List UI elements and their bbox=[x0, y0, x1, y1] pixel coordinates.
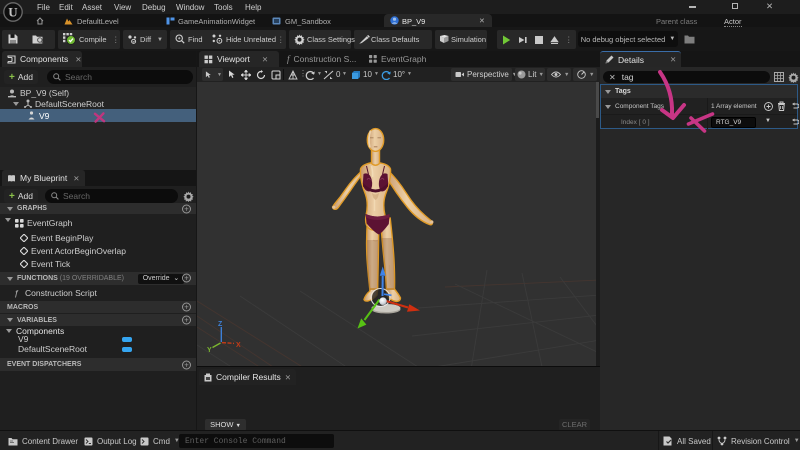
svg-text:Y: Y bbox=[207, 347, 212, 354]
svg-text:Z: Z bbox=[218, 321, 223, 328]
svg-text:X: X bbox=[236, 342, 241, 349]
svg-text:U: U bbox=[8, 5, 18, 20]
